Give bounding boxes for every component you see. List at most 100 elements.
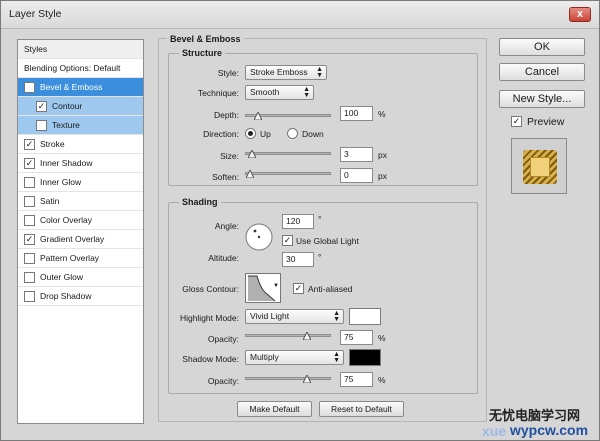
make-default-button[interactable]: Make Default <box>237 401 312 417</box>
style-item-label: Pattern Overlay <box>40 253 100 263</box>
angle-dial[interactable] <box>245 223 273 251</box>
dropdown-arrows-icon: ▲ ▼ <box>333 351 340 364</box>
gloss-contour-arrow-icon: ▼ <box>273 283 279 289</box>
style-item[interactable]: ✓ Bevel & Emboss <box>18 78 143 97</box>
altitude-unit: ° <box>318 252 322 262</box>
soften-label: Soften: <box>212 172 239 182</box>
style-item[interactable]: Texture <box>18 116 143 135</box>
style-item[interactable]: Pattern Overlay <box>18 249 143 268</box>
direction-label: Direction: <box>203 129 239 139</box>
ok-button[interactable]: OK <box>499 38 585 56</box>
style-item-checkbox[interactable]: ✓ <box>24 158 35 169</box>
style-item[interactable]: Satin <box>18 192 143 211</box>
technique-dropdown[interactable]: Smooth ▲ ▼ <box>245 85 314 100</box>
shadow-opacity-slider[interactable] <box>245 375 331 383</box>
close-icon[interactable]: x <box>569 7 591 22</box>
style-item-checkbox[interactable] <box>24 196 35 207</box>
style-item[interactable]: ✓ Contour <box>18 97 143 116</box>
style-item-label: Contour <box>52 101 83 111</box>
dropdown-arrows-icon: ▲ ▼ <box>333 310 340 323</box>
style-item-label: Bevel & Emboss <box>40 82 103 92</box>
depth-unit: % <box>378 109 386 119</box>
shadow-opacity-input[interactable]: 75 <box>340 372 373 387</box>
new-style-button[interactable]: New Style... <box>499 90 585 108</box>
window-title: Layer Style <box>9 8 62 20</box>
style-item-checkbox[interactable]: ✓ <box>24 82 35 93</box>
depth-input[interactable]: 100 <box>340 106 373 121</box>
style-item-label: Outer Glow <box>40 272 83 282</box>
highlight-opacity-label: Opacity: <box>207 334 239 344</box>
style-item-checkbox[interactable] <box>24 177 35 188</box>
gloss-contour-picker[interactable]: ▼ <box>245 273 281 303</box>
soften-input[interactable]: 0 <box>340 168 373 183</box>
style-item[interactable]: ✓ Stroke <box>18 135 143 154</box>
style-item-label: Stroke <box>40 139 65 149</box>
highlight-opacity-thumb[interactable] <box>303 332 311 340</box>
style-item-checkbox[interactable] <box>24 272 35 283</box>
styles-list: Styles Blending Options: Default ✓ Bevel &… <box>17 39 144 424</box>
shadow-opacity-thumb[interactable] <box>303 375 311 383</box>
depth-slider[interactable] <box>245 112 331 120</box>
size-label: Size: <box>220 151 239 161</box>
style-item-checkbox[interactable] <box>24 291 35 302</box>
style-item-label: Drop Shadow <box>40 291 92 301</box>
global-light-checkbox[interactable]: ✓ <box>282 235 293 246</box>
watermark-url: wypcw.com <box>510 422 589 438</box>
global-light-label: Use Global Light <box>296 236 359 246</box>
highlight-mode-dropdown[interactable]: Vivid Light ▲ ▼ <box>245 309 344 324</box>
highlight-mode-label: Highlight Mode: <box>179 313 239 323</box>
structure-title: Structure <box>179 48 226 58</box>
technique-label: Technique: <box>197 88 239 98</box>
style-item-checkbox[interactable] <box>24 215 35 226</box>
style-preview-thumbnail <box>511 138 567 194</box>
style-item[interactable]: ✓ Gradient Overlay <box>18 230 143 249</box>
shadow-mode-dropdown[interactable]: Multiply ▲ ▼ <box>245 350 344 365</box>
title-bar[interactable]: Layer Style x <box>1 1 599 29</box>
styles-list-header[interactable]: Styles <box>18 40 143 59</box>
highlight-mode-value: Vivid Light <box>250 311 290 321</box>
highlight-color-swatch[interactable] <box>349 308 381 325</box>
reset-to-default-button[interactable]: Reset to Default <box>319 401 404 417</box>
style-item-checkbox[interactable]: ✓ <box>24 139 35 150</box>
soften-slider[interactable] <box>245 170 331 178</box>
direction-up-radio[interactable] <box>245 128 256 139</box>
shading-title: Shading <box>179 197 221 207</box>
style-item[interactable]: Color Overlay <box>18 211 143 230</box>
style-item-label: Color Overlay <box>40 215 92 225</box>
style-label: Style: <box>217 68 239 78</box>
depth-label: Depth: <box>213 110 239 120</box>
direction-down-radio[interactable] <box>287 128 298 139</box>
style-item-checkbox[interactable]: ✓ <box>36 101 47 112</box>
technique-value: Smooth <box>250 87 280 97</box>
anti-aliased-checkbox[interactable]: ✓ <box>293 283 304 294</box>
style-dropdown[interactable]: Stroke Emboss ▲ ▼ <box>245 65 327 80</box>
style-item-checkbox[interactable] <box>36 120 47 131</box>
style-item-checkbox[interactable]: ✓ <box>24 234 35 245</box>
shadow-opacity-label: Opacity: <box>207 376 239 386</box>
shadow-color-swatch[interactable] <box>349 349 381 366</box>
soften-slider-thumb[interactable] <box>246 170 254 178</box>
size-slider[interactable] <box>245 150 331 158</box>
style-item-label: Inner Glow <box>40 177 82 187</box>
altitude-input[interactable]: 30 <box>282 252 314 267</box>
style-item[interactable]: Drop Shadow <box>18 287 143 306</box>
preview-checkbox[interactable]: ✓ <box>511 116 522 127</box>
size-input[interactable]: 3 <box>340 147 373 162</box>
size-slider-thumb[interactable] <box>247 150 256 158</box>
angle-unit: ° <box>318 214 322 224</box>
style-item[interactable]: Blending Options: Default <box>18 59 143 78</box>
style-value: Stroke Emboss <box>250 67 308 77</box>
style-item[interactable]: Inner Glow <box>18 173 143 192</box>
layer-style-dialog: Layer Style x Styles Blending Options: D… <box>0 0 600 441</box>
highlight-opacity-input[interactable]: 75 <box>340 330 373 345</box>
highlight-opacity-slider[interactable] <box>245 332 331 340</box>
style-item-checkbox[interactable] <box>24 253 35 264</box>
shadow-mode-value: Multiply <box>250 352 279 362</box>
size-unit: px <box>378 150 387 160</box>
direction-down-label: Down <box>302 129 324 139</box>
cancel-button[interactable]: Cancel <box>499 63 585 81</box>
depth-slider-thumb[interactable] <box>253 112 262 120</box>
style-item[interactable]: Outer Glow <box>18 268 143 287</box>
style-item[interactable]: ✓ Inner Shadow <box>18 154 143 173</box>
angle-input[interactable]: 120 <box>282 214 314 229</box>
